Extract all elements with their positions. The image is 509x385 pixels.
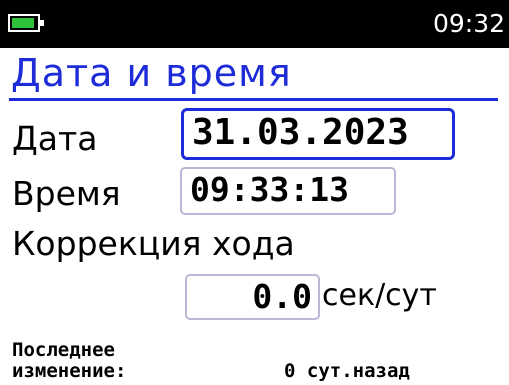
status-bar: 09:32 [0, 0, 509, 48]
status-clock: 09:32 [432, 9, 505, 38]
page-title: Дата и время [11, 51, 292, 95]
correction-field[interactable]: 0.0 [185, 274, 320, 320]
last-change-value: 0 сут.назад [284, 360, 410, 382]
date-field[interactable]: 31.03.2023 [181, 108, 455, 160]
battery-icon [8, 14, 44, 32]
title-divider [9, 98, 498, 101]
last-change-label-line2: изменение: [12, 360, 127, 382]
battery-tip [40, 20, 44, 26]
correction-unit: сек/сут [322, 278, 437, 313]
time-label: Время [12, 174, 121, 213]
correction-label: Коррекция хода [12, 224, 295, 263]
last-change-label-line1: Последнее [12, 339, 115, 361]
time-field[interactable]: 09:33:13 [180, 167, 396, 215]
battery-level-fill [12, 18, 34, 28]
date-label: Дата [12, 119, 98, 158]
